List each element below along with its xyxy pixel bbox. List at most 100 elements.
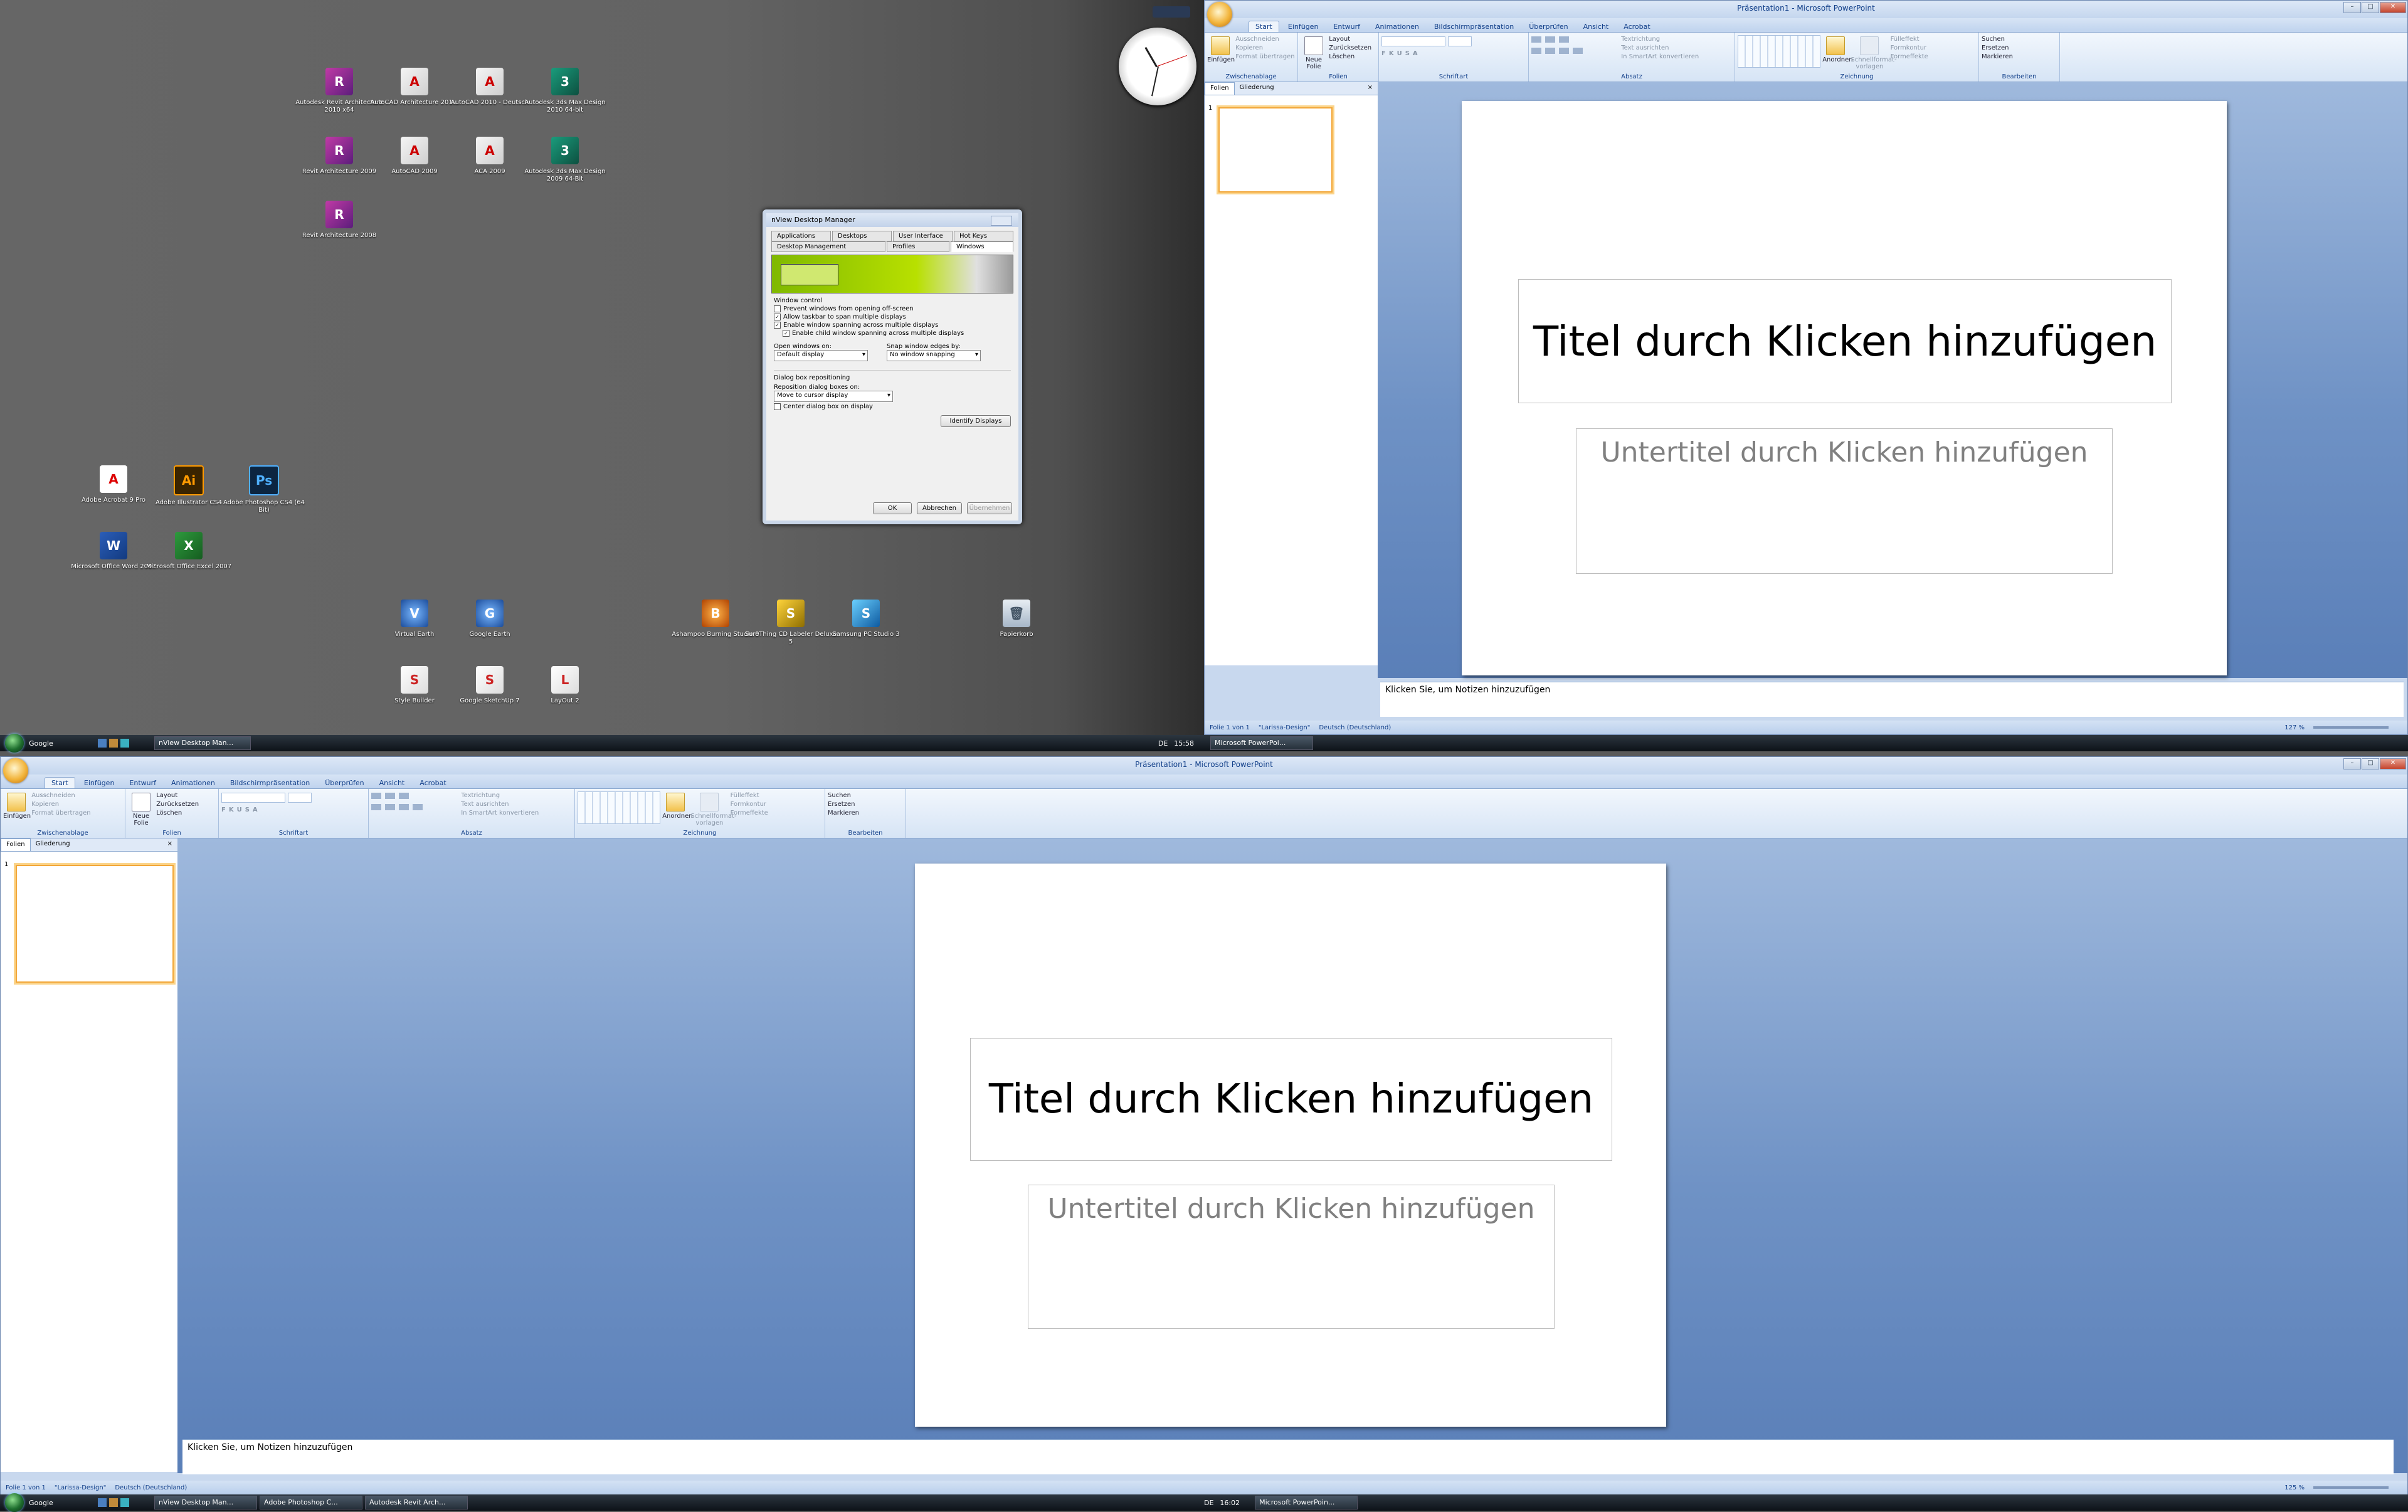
quick-styles-button[interactable]: Schnellformat-vorlagen	[690, 791, 737, 827]
status-language[interactable]: Deutsch (Deutschland)	[115, 1484, 187, 1491]
tab-user-interface[interactable]: User Interface	[893, 231, 953, 241]
align-text-button[interactable]: Text ausrichten	[1621, 44, 1699, 53]
find-button[interactable]: Suchen	[828, 791, 903, 800]
select-button[interactable]: Markieren	[828, 809, 903, 818]
tab-entwurf[interactable]: Entwurf	[1327, 21, 1366, 32]
slide-thumbnail[interactable]	[1218, 107, 1333, 193]
zoom-level[interactable]: 125 %	[2284, 1484, 2305, 1491]
find-button[interactable]: Suchen	[1982, 35, 2057, 44]
google-search[interactable]: Google	[29, 1499, 98, 1507]
close-icon[interactable]: ×	[1363, 82, 1378, 95]
office-button[interactable]	[1207, 2, 1232, 27]
desktop-icon[interactable]: X Microsoft Office Excel 2007	[142, 532, 236, 571]
quick-launch-icon[interactable]	[120, 1498, 129, 1507]
quick-launch-icon[interactable]	[109, 1498, 118, 1507]
bullets-icon[interactable]	[1531, 36, 1541, 43]
font-color-icon[interactable]: A	[253, 806, 258, 813]
delete-button[interactable]: Löschen	[1329, 53, 1371, 61]
checkbox-icon[interactable]	[774, 403, 781, 410]
tab-folien[interactable]: Folien	[1205, 82, 1235, 95]
shapes-gallery[interactable]	[1738, 35, 1820, 68]
check-taskbar-span[interactable]: ✓ Allow taskbar to span multiple displays	[774, 314, 1011, 320]
tab-windows[interactable]: Windows	[951, 241, 1013, 252]
zoom-level[interactable]: 127 %	[2284, 724, 2305, 731]
clock-time[interactable]: 15:58	[1174, 739, 1194, 748]
tab-einfuegen[interactable]: Einfügen	[78, 778, 121, 788]
task-photoshop[interactable]: Adobe Photoshop C...	[260, 1496, 362, 1509]
check-prevent-offscreen[interactable]: Prevent windows from opening off-screen	[774, 305, 1011, 312]
layout-button[interactable]: Layout	[1329, 35, 1371, 44]
text-direction-button[interactable]: Textrichtung	[1621, 35, 1699, 44]
arrange-button[interactable]: Anordnen	[1822, 35, 1853, 63]
maximize-icon[interactable]: □	[2362, 2, 2379, 13]
notes-pane[interactable]: Klicken Sie, um Notizen hinzuzufügen	[182, 1439, 2394, 1474]
tab-einfuegen[interactable]: Einfügen	[1282, 21, 1325, 32]
tab-ansicht[interactable]: Ansicht	[373, 778, 411, 788]
desktop-icon[interactable]: S Samsung PC Studio 3	[819, 600, 913, 638]
checkbox-checked-icon[interactable]: ✓	[783, 330, 789, 337]
font-family-select[interactable]	[221, 793, 285, 803]
shape-effects-button[interactable]: Formeffekte	[731, 809, 768, 818]
ppt-titlebar[interactable]: Präsentation1 - Microsoft PowerPoint – □ ✕	[1205, 1, 2407, 18]
copy-button[interactable]: Kopieren	[31, 800, 90, 809]
tab-bildschirmpraesentation[interactable]: Bildschirmpräsentation	[224, 778, 316, 788]
task-nview[interactable]: nView Desktop Man...	[154, 1496, 257, 1509]
minimize-icon[interactable]: –	[2343, 2, 2361, 13]
shape-outline-button[interactable]: Formkontur	[731, 800, 768, 809]
checkbox-checked-icon[interactable]: ✓	[774, 314, 781, 320]
zoom-slider[interactable]	[2313, 1486, 2389, 1489]
shape-fill-button[interactable]: Fülleffekt	[1891, 35, 1928, 44]
layout-button[interactable]: Layout	[156, 791, 199, 800]
bold-icon[interactable]: F	[1381, 50, 1386, 57]
title-placeholder[interactable]: Titel durch Klicken hinzufügen	[1518, 279, 2172, 403]
quick-styles-button[interactable]: Schnellformat-vorlagen	[1851, 35, 1897, 70]
close-icon[interactable]: ✕	[2380, 2, 2406, 13]
desktop-icon[interactable]: R Revit Architecture 2008	[292, 201, 386, 240]
ppt-titlebar[interactable]: Präsentation1 - Microsoft PowerPoint – □ ✕	[1, 757, 2407, 775]
align-left-icon[interactable]	[371, 804, 381, 810]
reset-button[interactable]: Zurücksetzen	[156, 800, 199, 809]
office-button[interactable]	[3, 758, 28, 783]
quick-launch-icon[interactable]	[98, 1498, 107, 1507]
desktop-icon[interactable]: Ps Adobe Photoshop CS4 (64 Bit)	[217, 465, 311, 514]
quick-launch-icon[interactable]	[109, 739, 118, 748]
tab-acrobat[interactable]: Acrobat	[1617, 21, 1656, 32]
shape-fill-button[interactable]: Fülleffekt	[731, 791, 768, 800]
task-powerpoint[interactable]: Microsoft PowerPoin...	[1255, 1496, 1358, 1509]
desktop-icon[interactable]: L LayOut 2	[518, 666, 612, 705]
close-icon[interactable]: ✕	[2380, 758, 2406, 769]
subtitle-placeholder[interactable]: Untertitel durch Klicken hinzufügen	[1576, 428, 2113, 574]
smartart-button[interactable]: In SmartArt konvertieren	[461, 809, 539, 818]
new-slide-button[interactable]: Neue Folie	[128, 791, 154, 827]
start-button[interactable]	[5, 1493, 24, 1512]
new-slide-button[interactable]: Neue Folie	[1301, 35, 1327, 70]
tab-start[interactable]: Start	[1249, 21, 1279, 32]
ok-button[interactable]: OK	[873, 502, 912, 514]
tab-gliederung[interactable]: Gliederung	[1235, 82, 1279, 95]
status-language[interactable]: Deutsch (Deutschland)	[1319, 724, 1391, 731]
google-search[interactable]: Google	[29, 739, 98, 748]
indent-icon[interactable]	[399, 793, 409, 799]
bullets-icon[interactable]	[371, 793, 381, 799]
checkbox-checked-icon[interactable]: ✓	[774, 322, 781, 329]
start-button[interactable]	[5, 734, 24, 753]
align-center-icon[interactable]	[385, 804, 395, 810]
tab-start[interactable]: Start	[45, 777, 75, 788]
maximize-icon[interactable]: □	[2362, 758, 2379, 769]
tab-gliederung[interactable]: Gliederung	[31, 838, 75, 851]
arrange-button[interactable]: Anordnen	[662, 791, 693, 820]
replace-button[interactable]: Ersetzen	[1982, 44, 2057, 53]
delete-button[interactable]: Löschen	[156, 809, 199, 818]
close-icon[interactable]	[991, 216, 1012, 226]
shapes-gallery[interactable]	[578, 791, 660, 824]
minimize-icon[interactable]: –	[2343, 758, 2361, 769]
tab-animationen[interactable]: Animationen	[165, 778, 221, 788]
justify-icon[interactable]	[413, 804, 423, 810]
tab-ueberpruefen[interactable]: Überprüfen	[319, 778, 370, 788]
tab-ueberpruefen[interactable]: Überprüfen	[1523, 21, 1574, 32]
language-indicator[interactable]: DE	[1158, 739, 1168, 748]
replace-button[interactable]: Ersetzen	[828, 800, 903, 809]
underline-icon[interactable]: U	[1397, 50, 1402, 57]
cut-button[interactable]: Ausschneiden	[1235, 35, 1294, 44]
copy-button[interactable]: Kopieren	[1235, 44, 1294, 53]
